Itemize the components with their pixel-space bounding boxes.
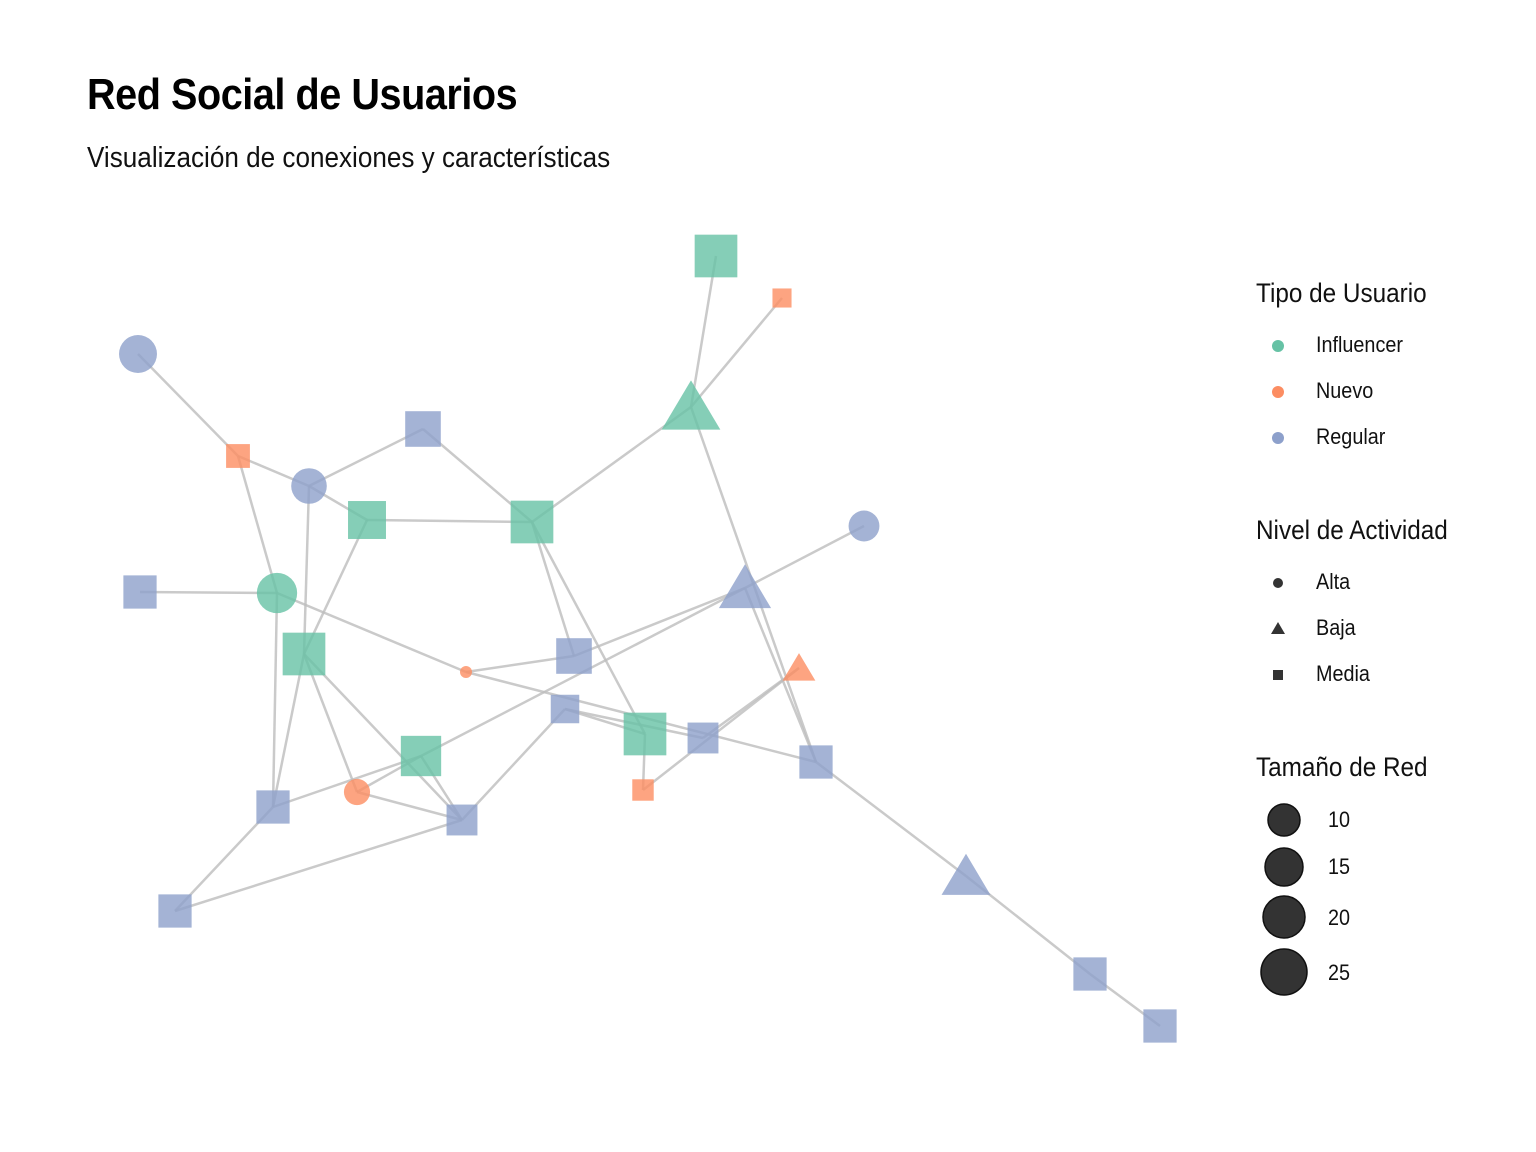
node-n4-regular-square xyxy=(405,411,441,447)
node-n5-influencer-square xyxy=(348,501,386,539)
node-n23-nuevo-square xyxy=(632,779,654,801)
edge-n24-n14 xyxy=(271,653,306,808)
edge-n12-n24 xyxy=(271,592,279,808)
legend-label-media: Media xyxy=(1316,661,1370,686)
node-n18-regular-square xyxy=(550,694,580,724)
square-shape-icon xyxy=(1273,670,1283,680)
legend-label-alta: Alta xyxy=(1316,569,1351,594)
node-n19-influencer-square xyxy=(623,712,667,756)
node-n2-nuevo-square xyxy=(226,444,250,468)
node-n12-influencer-circle xyxy=(256,572,298,614)
node-n11-regular-square xyxy=(123,575,157,609)
node-n26-regular-square xyxy=(446,804,478,836)
legend-label-nuevo: Nuevo xyxy=(1316,378,1374,403)
network-graph xyxy=(119,234,1177,1043)
edge-n16-n13 xyxy=(573,586,746,658)
node-n13-regular-triangle xyxy=(718,564,772,609)
triangle-shape-icon xyxy=(1271,622,1285,634)
node-n21-regular-square xyxy=(799,745,833,779)
size-label-25: 25 xyxy=(1328,960,1351,985)
circle-shape-icon xyxy=(1273,578,1283,588)
edge-n3-n14 xyxy=(302,485,311,655)
edge-n21-n28 xyxy=(815,761,967,877)
legend-nivel-actividad: Nivel de Actividad Alta Baja Media xyxy=(1256,515,1469,698)
edge-n11-n12 xyxy=(139,590,278,595)
legend-item-regular: Regular xyxy=(1256,415,1446,461)
node-n30-regular-square xyxy=(1143,1009,1177,1043)
edge-n7-n19 xyxy=(530,521,647,735)
size-label-10: 10 xyxy=(1328,807,1351,832)
legend-item-media: Media xyxy=(1256,652,1469,698)
node-n20-regular-square xyxy=(687,722,719,754)
node-n22-influencer-square xyxy=(400,735,442,777)
node-n10-regular-circle xyxy=(848,510,880,542)
legend-tipo-usuario: Tipo de Usuario Influencer Nuevo Regular xyxy=(1256,278,1446,461)
size-label-15: 15 xyxy=(1328,854,1351,879)
node-n6-influencer-square xyxy=(694,234,738,278)
node-n27-regular-square xyxy=(158,894,192,928)
node-n7-influencer-square xyxy=(510,500,554,544)
node-n1-regular-circle xyxy=(119,335,157,373)
node-n15-nuevo-circle xyxy=(460,666,472,678)
legend-label-baja: Baja xyxy=(1316,615,1356,640)
node-n25-nuevo-circle xyxy=(343,778,371,806)
legend-item-influencer: Influencer xyxy=(1256,323,1446,369)
size-15-circle xyxy=(1264,847,1304,887)
legend-item-baja: Baja xyxy=(1256,606,1469,652)
legend-item-nuevo: Nuevo xyxy=(1256,369,1446,415)
edge-n2-n12 xyxy=(236,455,279,594)
legend-tamano-red: Tamaño de Red 10 15 20 25 xyxy=(1256,752,1447,996)
influencer-dot-icon xyxy=(1272,340,1284,352)
node-n17-nuevo-triangle xyxy=(782,653,816,681)
node-n14-influencer-square xyxy=(282,632,326,676)
node-n28-regular-triangle xyxy=(941,853,991,895)
legend-tipo-title: Tipo de Usuario xyxy=(1256,278,1427,308)
legend-label-influencer: Influencer xyxy=(1316,332,1403,357)
legend-label-regular: Regular xyxy=(1316,424,1386,449)
node-n29-regular-square xyxy=(1073,957,1107,991)
node-n8-nuevo-square xyxy=(772,288,792,308)
nuevo-dot-icon xyxy=(1272,386,1284,398)
legend-item-alta: Alta xyxy=(1256,560,1469,606)
regular-dot-icon xyxy=(1272,432,1284,444)
node-n3-regular-circle xyxy=(291,468,327,504)
node-n24-regular-square xyxy=(256,790,290,824)
legend-tamano-title: Tamaño de Red xyxy=(1256,752,1428,782)
edge-n9-n6 xyxy=(689,255,718,408)
size-25-circle xyxy=(1260,948,1308,996)
size-10-circle xyxy=(1267,803,1301,837)
size-20-circle xyxy=(1262,895,1306,939)
edge-n1-n2 xyxy=(137,353,239,457)
edge-n9-n8 xyxy=(690,297,783,408)
edge-n13-n10 xyxy=(744,524,865,590)
legend-actividad-title: Nivel de Actividad xyxy=(1256,515,1448,545)
node-n9-influencer-triangle xyxy=(661,380,721,430)
node-n16-regular-square xyxy=(556,638,592,674)
size-label-20: 20 xyxy=(1328,905,1351,930)
edge-n5-n7 xyxy=(366,518,533,524)
size-key-circles xyxy=(1260,803,1308,996)
